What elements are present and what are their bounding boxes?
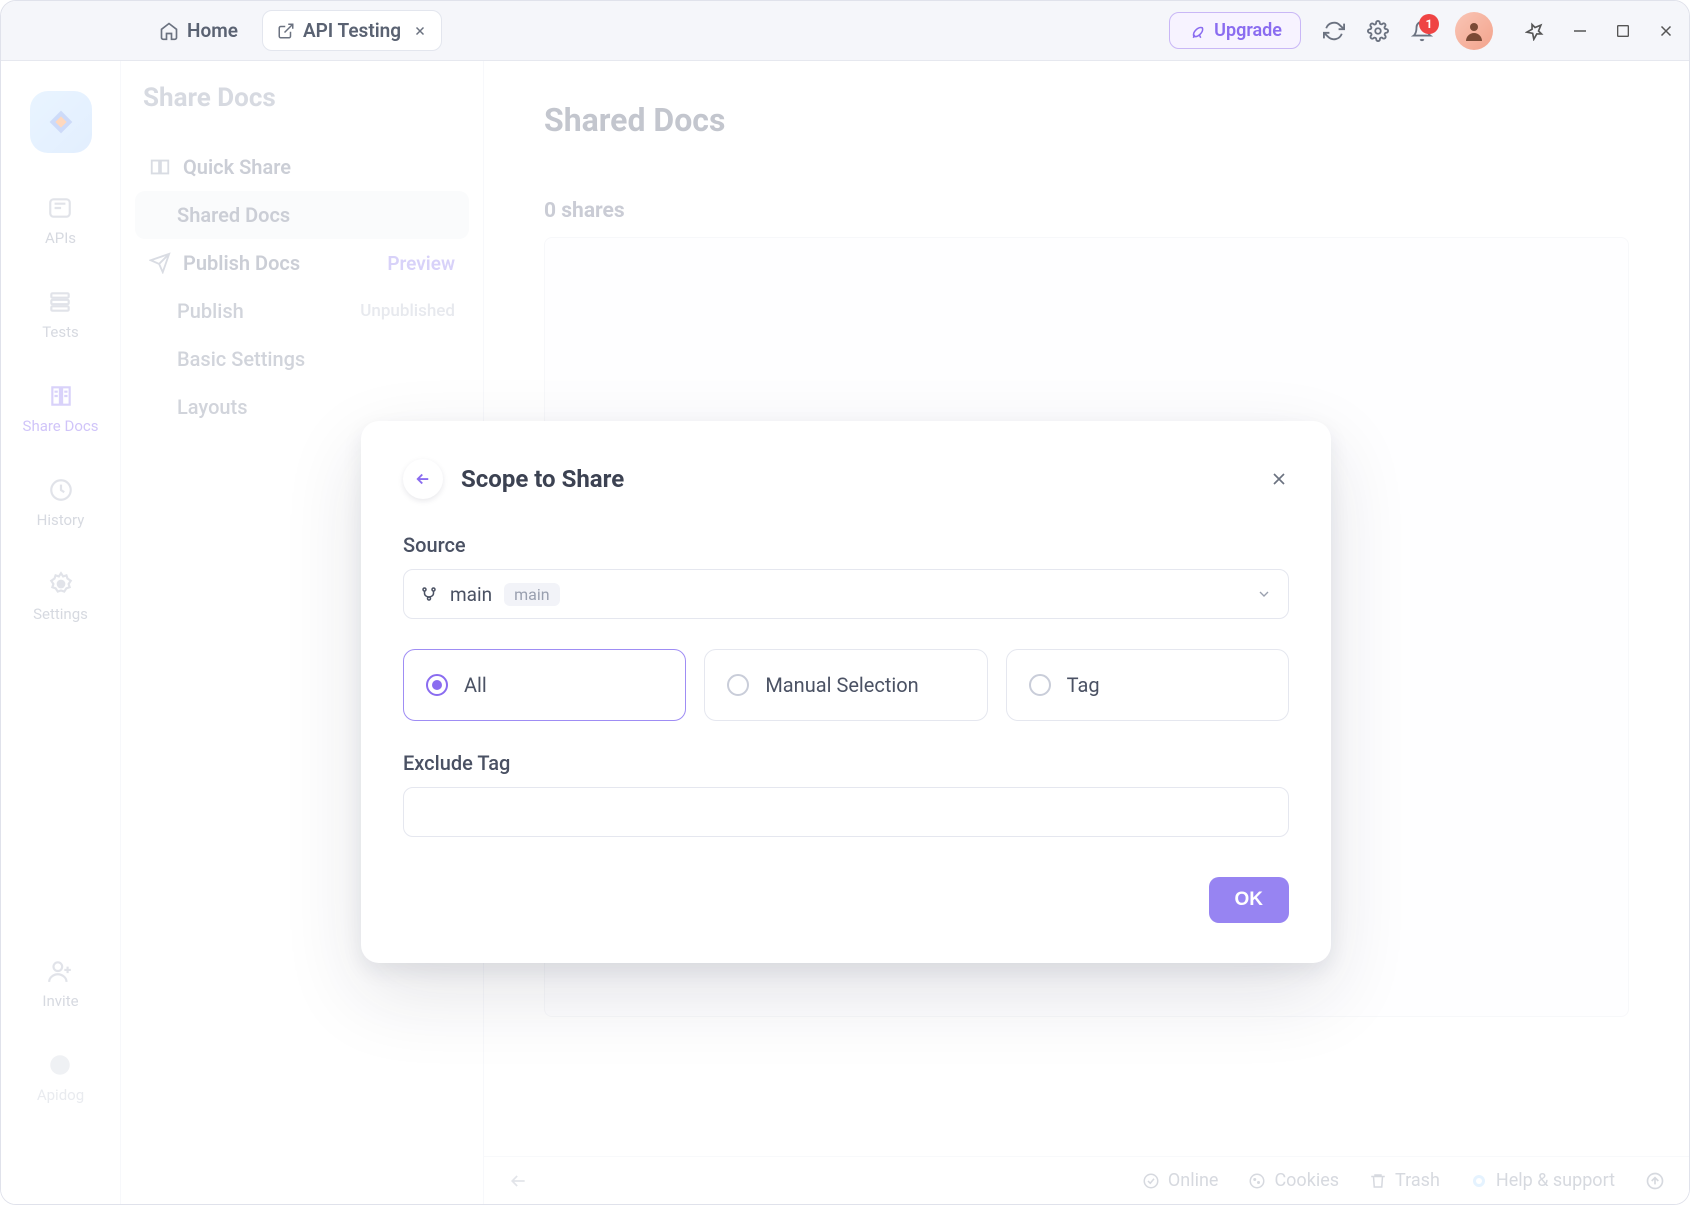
modal-close-button[interactable] bbox=[1269, 469, 1289, 489]
avatar[interactable] bbox=[1455, 12, 1493, 50]
home-icon bbox=[159, 21, 179, 41]
notification-badge: 1 bbox=[1419, 14, 1439, 34]
radio-icon bbox=[727, 674, 749, 696]
exclude-tag-label: Exclude Tag bbox=[403, 751, 1289, 775]
pin-button[interactable] bbox=[1525, 21, 1545, 41]
close-window-button[interactable] bbox=[1657, 21, 1675, 41]
modal-title: Scope to Share bbox=[461, 465, 624, 493]
exclude-tag-input[interactable] bbox=[403, 787, 1289, 837]
external-link-icon bbox=[277, 22, 295, 40]
source-chip: main bbox=[504, 583, 559, 606]
tab-close-button[interactable] bbox=[413, 24, 427, 38]
minimize-button[interactable] bbox=[1571, 21, 1589, 41]
branch-icon bbox=[420, 585, 438, 603]
scope-to-share-modal: Scope to Share Source main main All bbox=[361, 421, 1331, 963]
tab-api-testing-label: API Testing bbox=[303, 19, 401, 42]
settings-gear-button[interactable] bbox=[1367, 20, 1389, 42]
scope-option-manual[interactable]: Manual Selection bbox=[704, 649, 987, 721]
upgrade-label: Upgrade bbox=[1214, 20, 1282, 41]
refresh-button[interactable] bbox=[1323, 20, 1345, 42]
notifications-button[interactable]: 1 bbox=[1411, 20, 1433, 42]
rocket-icon bbox=[1188, 22, 1206, 40]
radio-icon bbox=[1029, 674, 1051, 696]
titlebar: Home API Testing Upgrade bbox=[1, 1, 1689, 61]
tab-home-label: Home bbox=[187, 19, 238, 42]
ok-button[interactable]: OK bbox=[1209, 877, 1290, 923]
chevron-down-icon bbox=[1256, 586, 1272, 602]
scope-option-tag[interactable]: Tag bbox=[1006, 649, 1289, 721]
upgrade-button[interactable]: Upgrade bbox=[1169, 12, 1301, 49]
source-label: Source bbox=[403, 533, 1289, 557]
radio-icon bbox=[426, 674, 448, 696]
scope-option-all[interactable]: All bbox=[403, 649, 686, 721]
tab-home[interactable]: Home bbox=[145, 11, 252, 50]
modal-back-button[interactable] bbox=[403, 459, 443, 499]
tab-api-testing[interactable]: API Testing bbox=[262, 10, 442, 51]
maximize-button[interactable] bbox=[1615, 21, 1631, 41]
source-value: main bbox=[450, 583, 492, 606]
source-select[interactable]: main main bbox=[403, 569, 1289, 619]
